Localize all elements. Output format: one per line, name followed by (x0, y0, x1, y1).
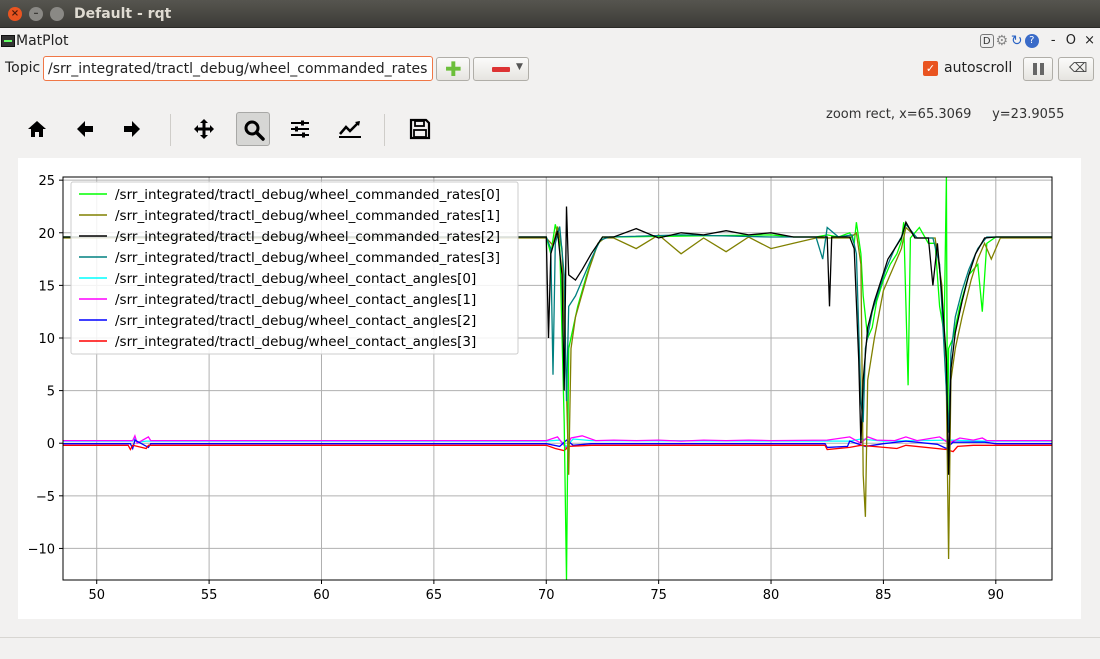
back-button[interactable] (68, 112, 102, 146)
help-icon[interactable]: ? (1024, 33, 1039, 48)
topic-label: Topic (5, 60, 41, 76)
legend-label: /srr_integrated/tractl_debug/wheel_comma… (115, 208, 500, 224)
status-bar (0, 637, 1100, 659)
home-button[interactable] (20, 112, 54, 146)
plot-canvas[interactable]: 50 55 60 65 70 75 80 85 90 −10 −5 0 5 10 15 20 25/srr_in… (18, 158, 1081, 619)
x-tick-label: 85 (875, 588, 892, 603)
x-tick-label: 65 (426, 588, 443, 603)
window-maximize-button[interactable] (50, 7, 64, 21)
legend-label: /srr_integrated/tractl_debug/wheel_comma… (115, 250, 500, 266)
autoscroll-toggle[interactable]: ✓ autoscroll (923, 60, 1012, 76)
autoscroll-checkbox[interactable]: ✓ (923, 60, 938, 76)
line-chart[interactable]: 50 55 60 65 70 75 80 85 90 −10 −5 0 5 10 15 20 25/srr_in… (18, 158, 1081, 619)
home-icon (28, 121, 46, 137)
window-minimize-button[interactable]: – (29, 7, 43, 21)
y-tick-label: 0 (47, 437, 55, 452)
x-tick-label: 60 (313, 588, 330, 603)
legend-label: /srr_integrated/tractl_debug/wheel_conta… (115, 292, 476, 308)
plugin-close-button[interactable]: × (1084, 33, 1095, 48)
add-topic-button[interactable]: ✚ (436, 57, 470, 81)
topic-row: Topic ✚ ▼ ✓ autoscroll ⌫ (0, 54, 1100, 82)
window-title: Default - rqt (74, 6, 172, 22)
plus-icon: ✚ (445, 57, 462, 81)
plugin-header: MatPlot D ⚙ ↻? - O × (0, 30, 1100, 52)
x-tick-label: 90 (988, 588, 1005, 603)
y-tick-label: −5 (36, 490, 55, 505)
save-icon (409, 118, 431, 140)
zoom-button[interactable] (236, 112, 270, 146)
x-tick-label: 75 (650, 588, 667, 603)
y-tick-label: 15 (38, 279, 55, 294)
clear-icon: ⌫ (1069, 61, 1088, 76)
pan-button[interactable] (187, 112, 221, 146)
pause-button[interactable] (1023, 57, 1053, 81)
minus-icon (492, 67, 510, 72)
toolbar-separator (170, 114, 171, 146)
sliders-icon (291, 120, 309, 138)
matplot-plugin-icon (1, 35, 15, 47)
x-tick-label: 55 (201, 588, 218, 603)
plugin-tools: D ⚙ ↻? - O × (979, 33, 1095, 48)
y-tick-label: 25 (38, 174, 55, 189)
move-icon (194, 119, 214, 139)
reload-icon[interactable]: ↻ (1010, 34, 1024, 48)
y-tick-label: 20 (38, 227, 55, 242)
x-tick-label: 50 (88, 588, 105, 603)
pause-icon (1033, 63, 1037, 75)
edit-axis-button[interactable] (332, 112, 366, 146)
gear-icon[interactable]: ⚙ (995, 34, 1009, 48)
arrow-right-icon (124, 121, 140, 137)
legend-label: /srr_integrated/tractl_debug/wheel_comma… (115, 229, 500, 245)
topic-input[interactable] (43, 56, 433, 81)
legend-label: /srr_integrated/tractl_debug/wheel_conta… (115, 334, 476, 350)
plugin-name: MatPlot (16, 33, 69, 49)
subplots-button[interactable] (283, 112, 317, 146)
pause-icon-bar (1040, 63, 1044, 75)
plugin-minimize-button[interactable]: - (1051, 33, 1056, 48)
autoscroll-label: autoscroll (944, 60, 1013, 76)
x-tick-label: 70 (538, 588, 555, 603)
forward-button[interactable] (115, 112, 149, 146)
legend-label: /srr_integrated/tractl_debug/wheel_conta… (115, 313, 476, 329)
x-tick-label: 80 (763, 588, 780, 603)
plugin-d-icon[interactable]: D (979, 33, 994, 48)
y-tick-label: −10 (28, 542, 55, 557)
y-tick-label: 10 (38, 332, 55, 347)
legend-label: /srr_integrated/tractl_debug/wheel_conta… (115, 271, 476, 287)
save-button[interactable] (403, 112, 437, 146)
toolbar-separator (384, 114, 385, 146)
window-close-button[interactable]: × (8, 7, 22, 21)
legend-label: /srr_integrated/tractl_debug/wheel_comma… (115, 187, 500, 203)
window-titlebar: × – Default - rqt (0, 0, 1100, 28)
remove-topic-button[interactable]: ▼ (473, 57, 529, 81)
arrow-left-icon (77, 121, 93, 137)
magnifier-icon (244, 120, 265, 141)
y-tick-label: 5 (47, 385, 55, 400)
plugin-float-button[interactable]: O (1066, 33, 1076, 48)
cursor-coordinates: zoom rect, x=65.3069 y=23.9055 (826, 107, 1065, 122)
line-chart-icon (339, 121, 361, 138)
chevron-down-icon: ▼ (516, 62, 523, 72)
clear-button[interactable]: ⌫ (1058, 57, 1094, 81)
